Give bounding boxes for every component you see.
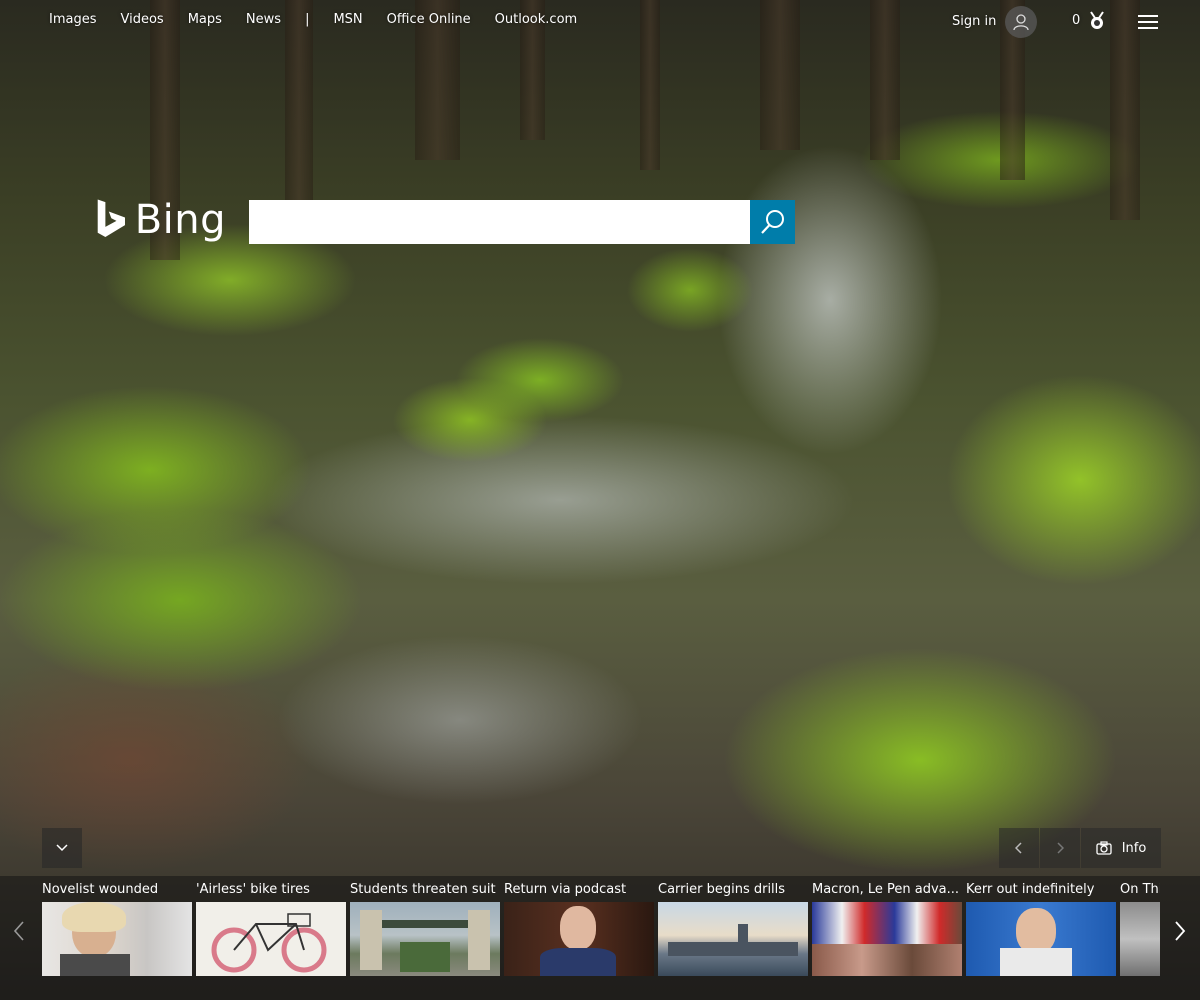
bing-logo[interactable]: Bing bbox=[96, 192, 226, 248]
nav-link-msn[interactable]: MSN bbox=[333, 12, 362, 27]
nav-link-office-online[interactable]: Office Online bbox=[387, 12, 471, 27]
nav-links: Images Videos Maps News | MSN Office Onl… bbox=[37, 12, 589, 27]
news-item[interactable]: 'Airless' bike tires bbox=[196, 876, 346, 986]
news-thumbnail-historic-photo bbox=[1120, 902, 1160, 976]
camera-icon bbox=[1096, 841, 1112, 855]
news-thumbnail-man-portrait bbox=[504, 902, 654, 976]
nav-link-outlook[interactable]: Outlook.com bbox=[495, 12, 578, 27]
nav-link-maps[interactable]: Maps bbox=[188, 12, 222, 27]
news-title: Novelist wounded bbox=[42, 882, 159, 897]
nav-link-news[interactable]: News bbox=[246, 12, 281, 27]
news-title: On Thi bbox=[1120, 882, 1160, 897]
bing-b-icon bbox=[97, 199, 125, 238]
nav-separator: | bbox=[305, 12, 310, 27]
news-title: Students threaten suit bbox=[350, 882, 496, 897]
search-input[interactable] bbox=[249, 200, 750, 244]
nav-link-videos[interactable]: Videos bbox=[121, 12, 164, 27]
avatar[interactable] bbox=[1005, 6, 1037, 38]
collapse-button[interactable] bbox=[42, 828, 82, 868]
nav-link-images[interactable]: Images bbox=[49, 12, 97, 27]
news-title: Carrier begins drills bbox=[658, 882, 786, 897]
news-previous-button[interactable] bbox=[0, 876, 38, 986]
news-title: Macron, Le Pen adva... bbox=[812, 882, 960, 897]
news-thumbnail-aircraft-carrier bbox=[658, 902, 808, 976]
news-title: Kerr out indefinitely bbox=[966, 882, 1095, 897]
sign-in-link[interactable]: Sign in bbox=[952, 14, 996, 29]
rewards-medal-icon[interactable] bbox=[1087, 10, 1107, 30]
news-item[interactable]: Kerr out indefinitely bbox=[966, 876, 1116, 986]
news-thumbnail-bicycle bbox=[196, 902, 346, 976]
top-navigation: Images Videos Maps News | MSN Office Onl… bbox=[0, 0, 1200, 44]
chevron-left-icon bbox=[1015, 842, 1022, 854]
chevron-right-icon bbox=[1057, 842, 1064, 854]
news-items: Novelist wounded 'Airless' bike tires St… bbox=[42, 876, 1160, 1000]
news-thumbnail-campus-gate bbox=[350, 902, 500, 976]
hamburger-menu-icon[interactable] bbox=[1137, 12, 1159, 32]
search-button[interactable] bbox=[750, 200, 795, 244]
chevron-down-icon bbox=[56, 844, 68, 852]
news-item[interactable]: Novelist wounded bbox=[42, 876, 192, 986]
news-item[interactable]: On Thi bbox=[1120, 876, 1160, 986]
news-title: 'Airless' bike tires bbox=[196, 882, 310, 897]
info-label: Info bbox=[1121, 840, 1147, 856]
news-item[interactable]: Students threaten suit bbox=[350, 876, 500, 986]
next-image-button[interactable] bbox=[1040, 828, 1080, 868]
chevron-right-icon bbox=[1175, 921, 1186, 941]
rewards-count[interactable]: 0 bbox=[1072, 13, 1080, 28]
chevron-left-icon bbox=[13, 921, 24, 941]
news-next-button[interactable] bbox=[1160, 876, 1200, 986]
news-thumbnail-woman-portrait bbox=[42, 902, 192, 976]
search-icon bbox=[760, 210, 784, 234]
news-carousel: Novelist wounded 'Airless' bike tires St… bbox=[0, 876, 1200, 1000]
image-info-button[interactable]: Info bbox=[1081, 828, 1161, 868]
news-thumbnail-crowd-flags bbox=[812, 902, 962, 976]
news-item[interactable]: Macron, Le Pen adva... bbox=[812, 876, 962, 986]
previous-image-button[interactable] bbox=[999, 828, 1039, 868]
news-title: Return via podcast bbox=[504, 882, 627, 897]
news-item[interactable]: Return via podcast bbox=[504, 876, 654, 986]
news-thumbnail-press-conference bbox=[966, 902, 1116, 976]
user-icon bbox=[1013, 14, 1029, 31]
logo-text: Bing bbox=[134, 197, 226, 243]
news-item[interactable]: Carrier begins drills bbox=[658, 876, 808, 986]
